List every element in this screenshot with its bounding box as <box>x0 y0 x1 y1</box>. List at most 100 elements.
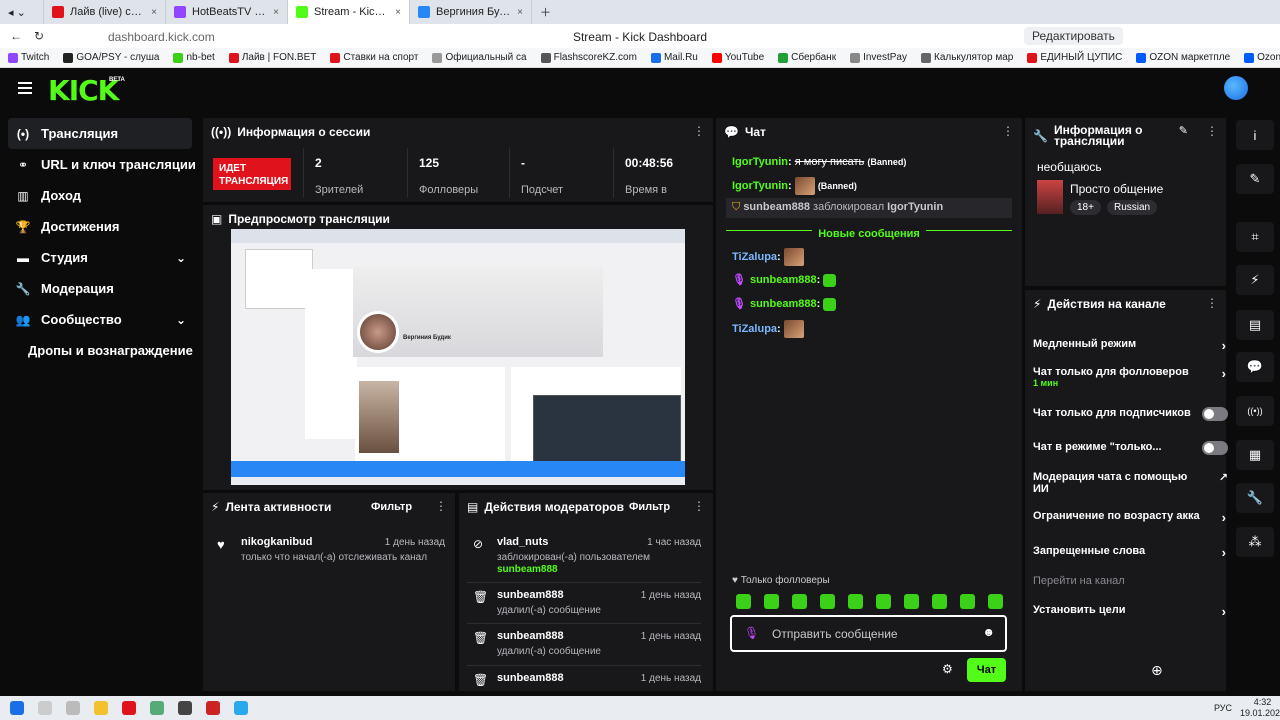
bookmark-item[interactable]: Лайв | FON.BET <box>228 52 316 63</box>
sidebar-item[interactable]: ▥ Доход <box>0 180 200 211</box>
task-view-icon[interactable] <box>66 701 80 715</box>
rail-button[interactable]: ✎ <box>1236 164 1274 194</box>
avatar[interactable] <box>1224 76 1248 100</box>
moderator-log-user[interactable]: sunbeam888 <box>497 589 564 601</box>
rail-button[interactable]: ⚡ <box>1236 265 1274 295</box>
bookmark-item[interactable]: YouTube <box>711 52 764 63</box>
channel-action[interactable]: Медленный режим › <box>1033 338 1226 353</box>
emote-button[interactable] <box>820 594 835 609</box>
rail-button[interactable]: ▤ <box>1236 310 1274 340</box>
close-icon[interactable]: × <box>273 7 279 18</box>
toggle-switch[interactable] <box>1202 407 1228 421</box>
language-indicator[interactable]: РУС <box>1214 703 1232 713</box>
moderator-log-target[interactable]: sunbeam888 <box>497 564 558 575</box>
bookmark-item[interactable]: GOA/PSY - слуша <box>63 52 159 63</box>
app-icon[interactable] <box>206 701 220 715</box>
emote-button[interactable] <box>960 594 975 609</box>
clock[interactable]: 4:3219.01.2026 <box>1240 697 1280 719</box>
emote-button[interactable] <box>792 594 807 609</box>
tag-chip[interactable]: Russian <box>1106 200 1158 215</box>
emote-button[interactable] <box>876 594 891 609</box>
moderator-log-user[interactable]: vlad_nuts <box>497 536 548 548</box>
chat-settings-icon[interactable]: ⚙ <box>942 662 953 676</box>
channel-action[interactable]: Модерация чата с помощью ИИ ↗ <box>1033 471 1228 495</box>
rail-button[interactable]: ▦ <box>1236 440 1274 470</box>
rail-button[interactable]: 💬 <box>1236 352 1274 382</box>
chat-username[interactable]: sunbeam888 <box>750 298 817 310</box>
sidebar-item[interactable]: ▬ Студия ⌄ <box>0 242 200 273</box>
bookmark-item[interactable]: Ozon Карта <box>1244 52 1280 63</box>
more-icon[interactable]: ⋮ <box>435 499 447 513</box>
bookmark-item[interactable]: Ставки на спорт <box>330 52 418 63</box>
more-icon[interactable]: ⋮ <box>693 124 705 138</box>
emote-button[interactable] <box>904 594 919 609</box>
chevron-down-icon[interactable]: ⌄ <box>176 313 186 327</box>
channel-action[interactable]: Запрещенные слова › <box>1033 545 1226 560</box>
explorer-icon[interactable] <box>94 701 108 715</box>
windows-icon[interactable] <box>10 701 24 715</box>
telegram-icon[interactable] <box>234 701 248 715</box>
channel-action[interactable]: Чат только для фолловеров 1 мин › <box>1033 366 1226 388</box>
bookmark-item[interactable]: Mail.Ru <box>650 52 698 63</box>
system-actor[interactable]: sunbeam888 <box>743 201 810 213</box>
yandex-icon[interactable] <box>122 701 136 715</box>
bookmark-item[interactable]: ЕДИНЫЙ ЦУПИС <box>1027 52 1122 63</box>
chat-username[interactable]: IgorTyunin <box>732 180 788 192</box>
chat-username[interactable]: TiZalupa <box>732 323 777 335</box>
browser-menu[interactable]: ◂ ⌄ <box>0 0 44 24</box>
close-icon[interactable]: × <box>151 7 157 18</box>
bookmark-item[interactable]: Twitch <box>8 52 49 63</box>
activity-user[interactable]: nikogkanibud <box>241 536 313 548</box>
sidebar-item[interactable]: ⚭ URL и ключ трансляции <box>0 149 200 180</box>
more-icon[interactable]: ⋮ <box>1206 124 1218 138</box>
rail-button[interactable]: i <box>1236 120 1274 150</box>
send-chat-button[interactable]: Чат <box>967 658 1006 682</box>
channel-action[interactable]: Ограничение по возрасту акка › <box>1033 510 1226 525</box>
moderator-filter[interactable]: Фильтр <box>629 501 670 513</box>
channel-action[interactable]: Чат в режиме "только... <box>1033 441 1228 455</box>
close-icon[interactable]: × <box>395 7 401 18</box>
rail-button[interactable]: ⁂ <box>1236 527 1274 557</box>
more-icon[interactable]: ⋮ <box>1206 296 1218 310</box>
emote-button[interactable] <box>736 594 751 609</box>
system-target[interactable]: IgorTyunin <box>887 201 943 213</box>
emote-button[interactable] <box>988 594 1003 609</box>
rail-button[interactable]: ⌗ <box>1236 222 1274 252</box>
chat-input[interactable]: 🎙 Отправить сообщение ☻ <box>730 615 1007 652</box>
emoji-icon[interactable]: ☻ <box>982 625 995 639</box>
chat-username[interactable]: TiZalupa <box>732 251 777 263</box>
sidebar-item[interactable]: 🏆 Достижения <box>0 211 200 242</box>
bookmark-item[interactable]: FlashscoreKZ.com <box>540 52 637 63</box>
chat-username[interactable]: sunbeam888 <box>750 274 817 286</box>
close-icon[interactable]: × <box>517 7 523 18</box>
channel-action[interactable]: Чат только для подписчиков <box>1033 407 1228 421</box>
bookmark-item[interactable]: Официальный са <box>432 52 527 63</box>
browser-tab[interactable]: Stream - Kick Dashboard × <box>288 0 410 24</box>
browser-tab[interactable]: Вергиния Будик × <box>410 0 532 24</box>
bookmark-item[interactable]: Сбербанк <box>778 52 836 63</box>
sidebar-item[interactable]: 🔧 Модерация <box>0 273 200 304</box>
sidebar-item[interactable]: (•) Трансляция <box>8 118 192 149</box>
app-icon[interactable] <box>178 701 192 715</box>
moderator-log-user[interactable]: sunbeam888 <box>497 672 564 684</box>
menu-icon[interactable] <box>18 82 32 94</box>
sidebar-item[interactable]: 👥 Сообщество ⌄ <box>0 304 200 335</box>
emote-button[interactable] <box>764 594 779 609</box>
channel-action[interactable]: Установить цели › <box>1033 604 1226 619</box>
app-icon[interactable] <box>150 701 164 715</box>
more-icon[interactable]: ⋮ <box>693 499 705 513</box>
rail-button[interactable]: ((•)) <box>1236 396 1274 426</box>
emote-button[interactable] <box>932 594 947 609</box>
new-tab-button[interactable]: ＋ <box>532 0 556 24</box>
bookmark-item[interactable]: nb-bet <box>173 52 215 63</box>
chat-username[interactable]: IgorTyunin <box>732 156 788 168</box>
sidebar-item[interactable]: Дропы и вознаграждение <box>0 335 200 366</box>
stream-preview[interactable]: Вергиния Будик <box>231 229 685 485</box>
edit-button[interactable]: Редактировать <box>1024 27 1123 45</box>
bookmark-item[interactable]: OZON маркетпле <box>1136 52 1230 63</box>
kick-logo[interactable]: KICK <box>48 74 119 107</box>
browser-tab[interactable]: HotBeatsTV - Twitch × <box>166 0 288 24</box>
bookmark-item[interactable]: Калькулятор мар <box>921 52 1013 63</box>
rail-button[interactable]: 🔧 <box>1236 483 1274 513</box>
toggle-switch[interactable] <box>1202 441 1228 455</box>
